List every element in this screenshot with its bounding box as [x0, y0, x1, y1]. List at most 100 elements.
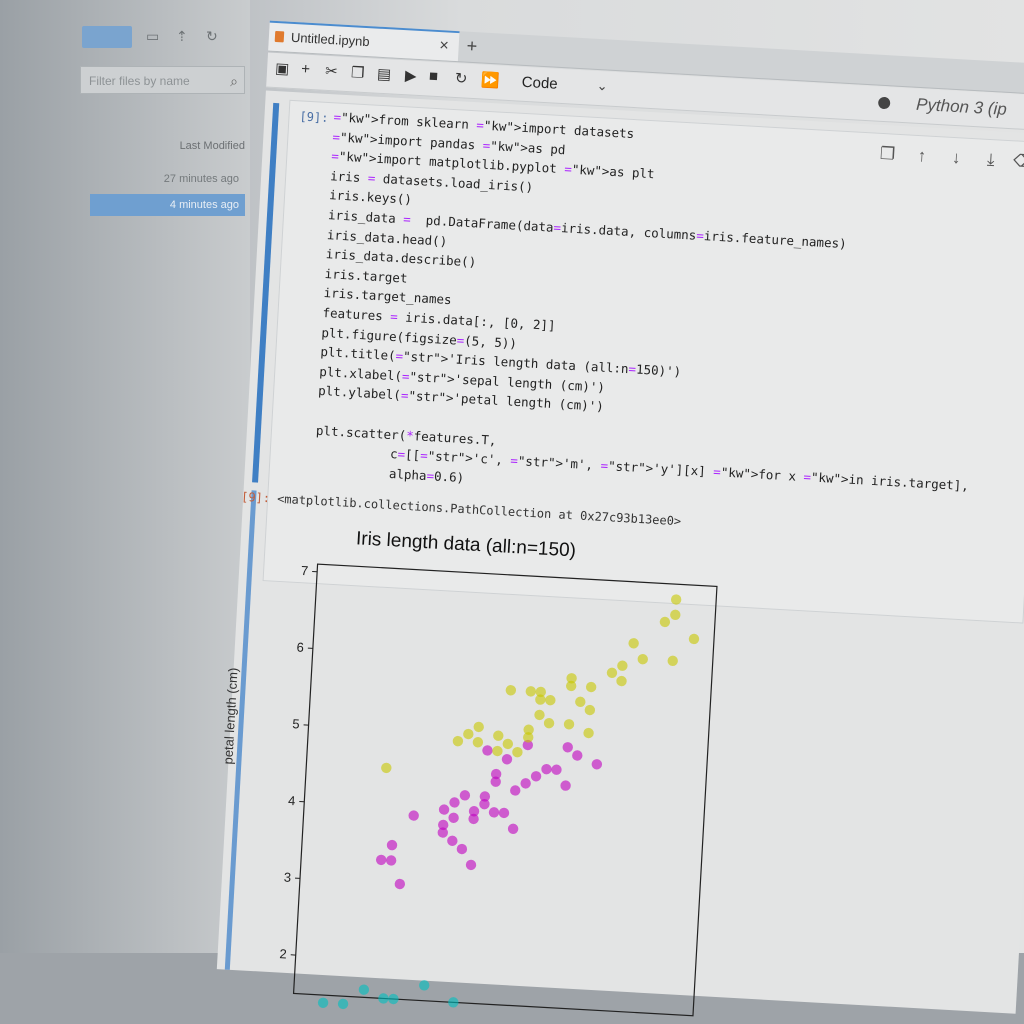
- scatter-point: [394, 879, 405, 890]
- scatter-point: [376, 854, 387, 865]
- kernel-name[interactable]: Python 3 (ip: [916, 95, 1008, 120]
- stop-icon[interactable]: ■: [429, 68, 439, 85]
- scatter-point: [545, 695, 556, 706]
- scatter-point: [419, 980, 430, 991]
- cell-type-select[interactable]: Code ⌄: [521, 74, 558, 93]
- scatter-point: [498, 807, 509, 818]
- scatter-point: [439, 804, 450, 815]
- y-tick-label: 6: [296, 640, 304, 655]
- scatter-point: [492, 746, 503, 757]
- code-line: iris.target: [324, 266, 408, 286]
- scatter-point: [667, 655, 678, 666]
- notebook-icon: [275, 31, 285, 42]
- paste-icon[interactable]: ▤: [377, 65, 392, 84]
- fast-forward-icon[interactable]: ⏩: [480, 70, 500, 89]
- copy-icon[interactable]: ❐: [351, 63, 365, 82]
- new-tab-button[interactable]: +: [466, 32, 478, 61]
- insert-icon[interactable]: ⤓: [975, 149, 1006, 171]
- scatter-plot: 234567: [236, 521, 731, 1007]
- input-prompt: [9]:: [299, 109, 329, 125]
- scatter-point: [456, 844, 467, 855]
- scatter-point: [449, 797, 460, 808]
- notebook-body: [9]: ="kw">from sklearn ="kw">import dat…: [217, 90, 1024, 1013]
- scatter-point: [584, 705, 595, 716]
- duplicate-icon[interactable]: ❐: [872, 143, 903, 165]
- scatter-point: [671, 594, 682, 605]
- scatter-point: [378, 993, 389, 1004]
- scatter-point: [544, 718, 555, 729]
- chevron-down-icon: ⌄: [596, 78, 608, 95]
- scatter-point: [318, 997, 329, 1008]
- screen: ▭ ⇡ ↻ Filter files by name ⌕ Last Modifi…: [0, 0, 1024, 953]
- y-tick-label: 3: [283, 870, 291, 885]
- scatter-point: [501, 754, 512, 765]
- code-line: iris_data.head(): [327, 227, 448, 249]
- code-line: iris.keys(): [329, 188, 413, 208]
- run-icon[interactable]: ▶: [405, 66, 418, 85]
- add-cell-icon[interactable]: +: [301, 60, 311, 77]
- close-icon[interactable]: ×: [439, 32, 450, 60]
- scatter-point: [510, 785, 521, 796]
- cell-type-label: Code: [521, 74, 558, 93]
- scatter-point: [338, 998, 349, 1009]
- scatter-point: [386, 855, 397, 866]
- restart-icon[interactable]: ↻: [454, 69, 468, 88]
- scatter-point: [575, 696, 586, 707]
- scatter-point: [670, 609, 681, 620]
- scatter-point: [463, 729, 474, 740]
- scatter-point: [408, 810, 419, 821]
- scatter-point: [489, 807, 500, 818]
- scatter-point: [447, 835, 458, 846]
- scatter-point: [448, 812, 459, 823]
- scatter-point: [534, 709, 545, 720]
- scatter-point: [452, 736, 463, 747]
- scatter-point: [358, 984, 369, 995]
- delete-icon[interactable]: ⌫: [1010, 151, 1024, 173]
- cut-icon[interactable]: ✂: [325, 62, 339, 81]
- notebook-area: Untitled.ipynb × + ▣ + ✂ ❐ ▤ ▶ ■ ↻ ⏩ Cod…: [117, 15, 1024, 1014]
- scatter-point: [591, 759, 602, 770]
- scatter-point: [525, 686, 536, 697]
- scatter-point: [689, 633, 700, 644]
- scatter-point: [512, 747, 523, 758]
- code-editor[interactable]: ="kw">from sklearn ="kw">import datasets…: [313, 107, 988, 515]
- scatter-point: [637, 654, 648, 665]
- scatter-point: [583, 728, 594, 739]
- y-tick-label: 2: [279, 946, 287, 961]
- scatter-point: [560, 780, 571, 791]
- scatter-point: [562, 742, 573, 753]
- scatter-point: [617, 660, 628, 671]
- y-tick-label: 5: [292, 716, 300, 731]
- arrow-down-icon[interactable]: ↓: [941, 147, 972, 169]
- kernel-status-icon: [878, 97, 891, 110]
- arrow-up-icon[interactable]: ↑: [906, 145, 937, 167]
- scatter-point: [381, 762, 392, 773]
- scatter-point: [606, 667, 617, 678]
- plot-frame: [294, 564, 717, 1016]
- save-icon[interactable]: ▣: [275, 59, 290, 78]
- output-prompt: [9]:: [241, 490, 271, 506]
- scatter-point: [472, 737, 483, 748]
- scatter-point: [572, 750, 583, 761]
- y-tick-label: 7: [301, 563, 309, 578]
- scatter-point: [564, 719, 575, 730]
- code-line: [317, 403, 318, 418]
- scatter-point: [493, 730, 504, 741]
- scatter-point: [482, 745, 493, 756]
- folder-icon[interactable]: ▭: [146, 28, 159, 45]
- scatter-point: [473, 721, 484, 732]
- scatter-point: [466, 859, 477, 870]
- code-line: alpha=0.6): [313, 461, 464, 484]
- scatter-point: [508, 823, 519, 834]
- scatter-point: [459, 790, 470, 801]
- scatter-point: [388, 994, 399, 1005]
- new-launcher-button[interactable]: [82, 26, 132, 48]
- scatter-point: [387, 840, 398, 851]
- scatter-point: [520, 778, 531, 789]
- tab-label: Untitled.ipynb: [291, 30, 370, 49]
- scatter-figure: Iris length data (all:n=150) petal lengt…: [236, 521, 731, 1007]
- scatter-point: [628, 638, 639, 649]
- code-line: iris.target_names: [323, 285, 452, 307]
- scatter-point: [586, 682, 597, 693]
- scatter-point: [505, 685, 516, 696]
